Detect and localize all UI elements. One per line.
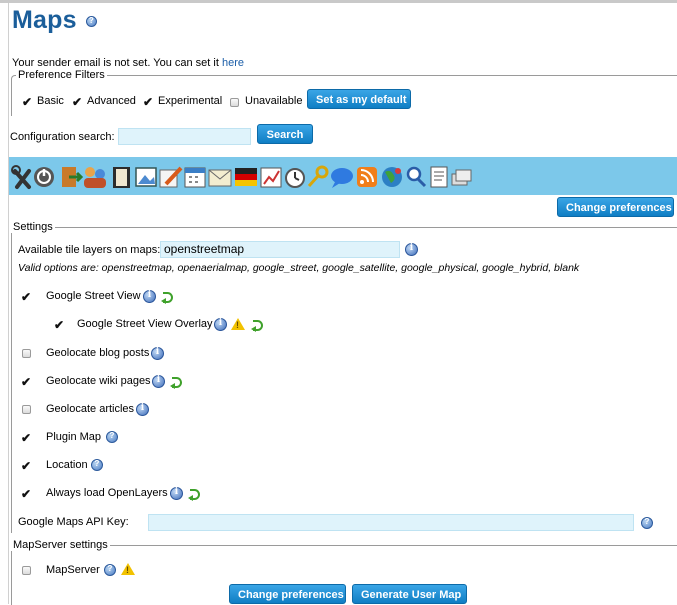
users-icon[interactable] <box>84 167 106 188</box>
edit-icon[interactable] <box>159 166 183 188</box>
valid-options-text: Valid options are: openstreetmap, openae… <box>18 262 580 274</box>
always-load-openlayers-label: Always load OpenLayers <box>46 487 168 499</box>
generate-user-map-button[interactable]: Generate User Map <box>352 584 467 604</box>
unavailable-checkbox[interactable] <box>230 98 239 107</box>
set-default-button[interactable]: Set as my default <box>307 89 411 109</box>
always-load-openlayers-info-icon[interactable] <box>170 487 183 500</box>
plugin-map-label: Plugin Map <box>46 431 102 443</box>
chart-icon[interactable] <box>260 167 282 188</box>
advanced-checkbox[interactable]: ✔ <box>72 96 82 108</box>
config-search-label: Configuration search: <box>10 131 115 143</box>
google-street-view-label: Google Street View <box>46 290 141 302</box>
book-icon[interactable] <box>113 167 130 188</box>
street-view-overlay-label: Google Street View Overlay <box>77 318 213 330</box>
chat-icon[interactable] <box>331 168 353 188</box>
mapserver-checkbox[interactable] <box>22 566 31 575</box>
street-view-overlay-warning-icon <box>231 318 245 330</box>
street-view-overlay-info-icon[interactable] <box>214 318 227 331</box>
image-icon[interactable] <box>135 167 157 187</box>
left-border <box>8 3 9 604</box>
location-help-icon[interactable] <box>91 459 103 471</box>
basic-label: Basic <box>37 95 64 107</box>
mapserver-legend: MapServer settings <box>11 539 110 551</box>
tile-layers-input[interactable]: openstreetmap <box>160 241 400 258</box>
unavailable-label: Unavailable <box>245 95 303 107</box>
settings-legend: Settings <box>11 221 55 233</box>
api-key-label: Google Maps API Key: <box>18 516 129 528</box>
google-street-view-checkbox[interactable]: ✔ <box>21 291 31 303</box>
api-key-help-icon[interactable] <box>641 517 653 529</box>
sender-email-link[interactable]: here <box>222 57 244 69</box>
api-key-input[interactable] <box>148 514 634 531</box>
change-preferences-bottom-button[interactable]: Change preferences <box>229 584 346 604</box>
tools-icon[interactable] <box>11 165 31 189</box>
top-border <box>0 0 677 3</box>
experimental-label: Experimental <box>158 95 223 107</box>
always-load-openlayers-checkbox[interactable]: ✔ <box>21 488 31 500</box>
globe-icon[interactable] <box>382 167 402 187</box>
street-view-overlay-checkbox[interactable]: ✔ <box>54 319 64 331</box>
street-view-overlay-reset-icon[interactable] <box>251 320 265 332</box>
power-icon[interactable] <box>34 167 54 187</box>
geolocate-blog-checkbox[interactable] <box>22 349 31 358</box>
config-search-input[interactable] <box>118 128 251 145</box>
basic-checkbox[interactable]: ✔ <box>22 96 32 108</box>
location-checkbox[interactable]: ✔ <box>21 460 31 472</box>
geolocate-blog-label: Geolocate blog posts <box>46 347 150 359</box>
rss-icon[interactable] <box>357 167 377 187</box>
geolocate-articles-label: Geolocate articles <box>46 403 135 415</box>
change-preferences-top-button[interactable]: Change preferences <box>557 197 674 217</box>
geolocate-wiki-info-icon[interactable] <box>152 375 165 388</box>
flag-icon[interactable] <box>235 168 257 186</box>
document-icon[interactable] <box>430 166 448 188</box>
plugin-map-help-icon[interactable] <box>106 431 118 443</box>
geolocate-articles-info-icon[interactable] <box>136 403 149 416</box>
page-title: Maps <box>12 6 97 35</box>
advanced-label: Advanced <box>87 95 136 107</box>
search-button[interactable]: Search <box>257 124 313 144</box>
stack-icon[interactable] <box>451 169 472 186</box>
admin-icon-strip <box>11 165 472 189</box>
google-street-view-reset-icon[interactable] <box>161 292 175 304</box>
mapserver-help-icon[interactable] <box>104 564 116 576</box>
geolocate-articles-checkbox[interactable] <box>22 405 31 414</box>
login-icon[interactable] <box>62 167 84 187</box>
geolocate-wiki-checkbox[interactable]: ✔ <box>21 376 31 388</box>
clock-icon[interactable] <box>285 168 305 188</box>
geolocate-wiki-reset-icon[interactable] <box>170 377 184 389</box>
mail-icon[interactable] <box>208 169 232 187</box>
calendar-icon[interactable] <box>184 167 206 188</box>
sender-notice: Your sender email is not set. You can se… <box>12 57 244 69</box>
help-icon[interactable] <box>85 15 97 27</box>
geolocate-wiki-label: Geolocate wiki pages <box>46 375 151 387</box>
location-label: Location <box>46 459 88 471</box>
mapserver-warning-icon <box>121 563 135 575</box>
mapserver-label: MapServer <box>46 564 100 576</box>
geolocate-blog-info-icon[interactable] <box>151 347 164 360</box>
plugin-map-checkbox[interactable]: ✔ <box>21 432 31 444</box>
always-load-openlayers-reset-icon[interactable] <box>188 489 202 501</box>
magnifier-icon[interactable] <box>406 166 427 188</box>
google-street-view-info-icon[interactable] <box>143 290 156 303</box>
key-icon[interactable] <box>307 165 329 188</box>
tile-layers-info-icon[interactable] <box>405 243 418 256</box>
preference-filters-legend: Preference Filters <box>16 69 107 81</box>
tile-layers-label: Available tile layers on maps: <box>18 244 161 256</box>
experimental-checkbox[interactable]: ✔ <box>143 96 153 108</box>
